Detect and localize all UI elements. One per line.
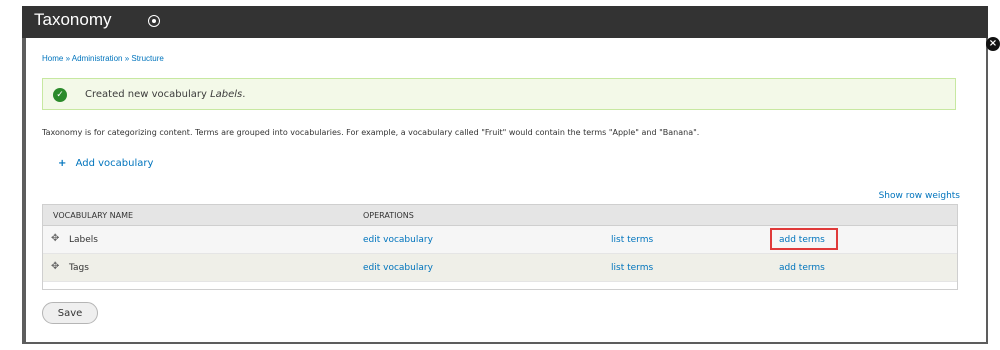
close-icon[interactable]: × [986, 37, 1000, 51]
plus-icon: + [58, 158, 67, 169]
add-vocabulary-link[interactable]: + Add vocabulary [58, 158, 153, 169]
status-vocab: Labels [210, 89, 243, 100]
checkmark-icon: ✓ [53, 88, 67, 102]
status-prefix: Created new vocabulary [85, 89, 207, 100]
frame-bottom [0, 344, 1000, 350]
table-row: ✥ Tags edit vocabulary list terms add te… [43, 254, 957, 282]
drag-handle-icon[interactable]: ✥ [51, 261, 63, 273]
vocabulary-name: Labels [69, 235, 98, 245]
page-title: Taxonomy [34, 10, 112, 29]
add-vocabulary-label: Add vocabulary [75, 158, 154, 169]
intro-text: Taxonomy is for categorizing content. Te… [42, 128, 700, 137]
header-operations: OPERATIONS [363, 211, 414, 220]
drag-handle-icon[interactable]: ✥ [51, 233, 63, 245]
status-message: ✓ Created new vocabulary Labels. [42, 78, 956, 110]
content-panel: Home » Administration » Structure ✓ Crea… [26, 38, 986, 342]
table-header: VOCABULARY NAME OPERATIONS [43, 205, 957, 226]
vocabulary-name: Tags [69, 263, 89, 273]
header-vocabulary-name: VOCABULARY NAME [53, 211, 134, 220]
edit-vocabulary-link[interactable]: edit vocabulary [363, 235, 433, 245]
highlight-box [770, 228, 838, 250]
breadcrumb[interactable]: Home » Administration » Structure [42, 54, 164, 63]
list-terms-link[interactable]: list terms [611, 235, 653, 245]
status-text: Created new vocabulary Labels. [85, 89, 246, 100]
overlay-titlebar [22, 6, 988, 38]
add-terms-link[interactable]: add terms [779, 263, 825, 273]
show-row-weights-link[interactable]: Show row weights [879, 191, 960, 201]
save-button[interactable]: Save [42, 302, 98, 324]
table-row: ✥ Labels edit vocabulary list terms add … [43, 226, 957, 254]
vocabulary-table: VOCABULARY NAME OPERATIONS ✥ Labels edit… [42, 204, 958, 290]
edit-vocabulary-link[interactable]: edit vocabulary [363, 263, 433, 273]
frame-right [988, 0, 1000, 350]
frame-left [0, 0, 22, 350]
shortcut-icon[interactable] [148, 15, 160, 27]
list-terms-link[interactable]: list terms [611, 263, 653, 273]
